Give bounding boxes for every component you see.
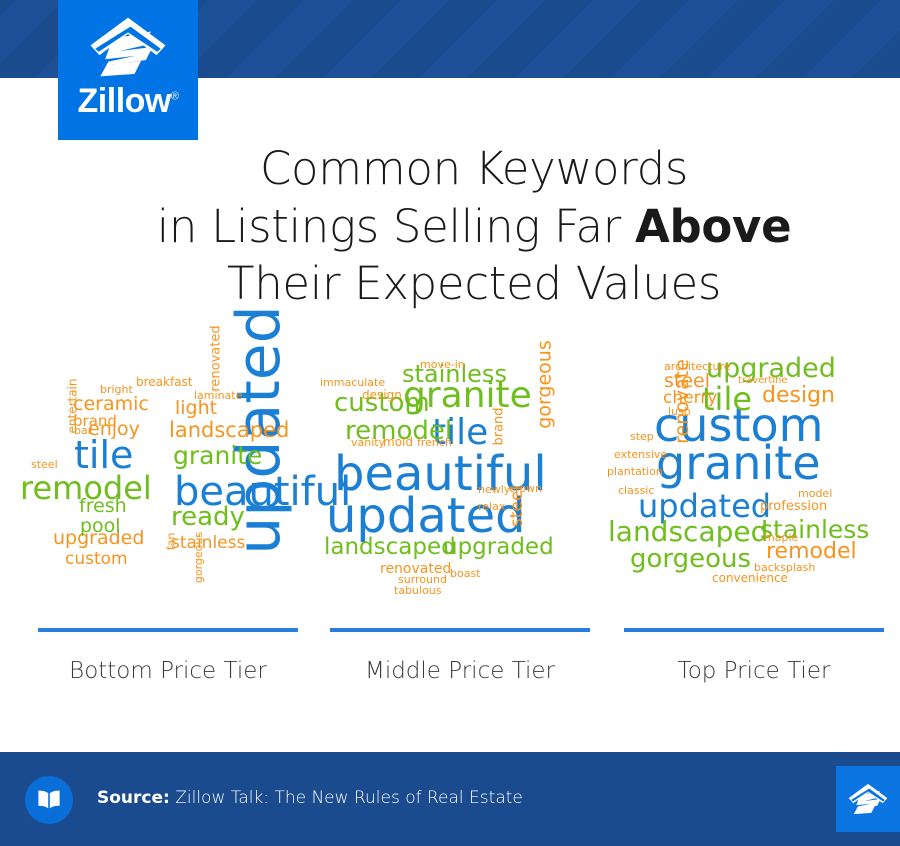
cloud-word: gorgeous — [533, 340, 556, 429]
cloud-word: stainless — [171, 533, 246, 553]
cloud-word: boast — [450, 567, 481, 580]
title-line-1: Common Keywords — [259, 142, 689, 195]
cloud-word: mold — [383, 435, 413, 449]
cloud-word: custom — [65, 549, 128, 569]
cloud-word: move-in — [420, 358, 465, 371]
cloud-word: breakfast — [136, 375, 193, 389]
cloud-word: extensive — [614, 448, 668, 461]
cloud-word: design — [362, 388, 402, 402]
zillow-logo-tile: Zillow® — [58, 0, 198, 140]
cloud-word: lush — [668, 405, 691, 418]
cloud-word: model — [798, 487, 833, 500]
title-line-2-emphasis: Above — [634, 199, 792, 253]
cloud-word: landscaped — [608, 515, 769, 548]
zillow-house-z-logo-icon — [87, 16, 169, 78]
tier-block-top: Top Price Tier — [624, 628, 884, 684]
cloud-word: granite — [173, 441, 263, 470]
word-cloud-middle-price-tier: beautiful updated granite tile stainless cust… — [310, 340, 610, 630]
cloud-word: crown — [509, 482, 543, 495]
cloud-word: plantation — [607, 465, 663, 478]
source-label: Source: — [97, 788, 170, 808]
cloud-word: landscaped — [324, 534, 456, 560]
tier-label-middle: Middle Price Tier — [364, 658, 556, 684]
cloud-word: laminate — [194, 389, 243, 402]
registered-mark: ® — [170, 90, 179, 103]
open-book-icon — [25, 776, 73, 824]
cloud-word: design — [762, 383, 835, 408]
cloud-word: gorgeous — [192, 531, 206, 584]
title-line-2-normal: in Listings Selling Far — [156, 199, 635, 253]
zillow-wordmark-text: Zillow — [77, 82, 172, 120]
cloud-word: tabulous — [394, 584, 442, 597]
tier-label-top: Top Price Tier — [677, 658, 831, 684]
cloud-word: step — [630, 430, 654, 443]
cloud-word: french — [417, 436, 452, 449]
cloud-word: architecture — [664, 360, 731, 373]
word-cloud-bottom-price-tier: updated beautiful remodel tile granite landsc… — [18, 305, 351, 630]
cloud-word: pool — [80, 515, 121, 537]
cloud-word: upgraded — [443, 534, 554, 560]
tier-rule — [38, 628, 298, 632]
page-title: Common Keywords in Listings Selling Far … — [0, 140, 900, 313]
cloud-word: landscaped — [169, 418, 290, 442]
title-line-2: in Listings Selling Far Above — [48, 198, 900, 256]
word-cloud-row: updated beautiful remodel tile granite landsc… — [0, 305, 900, 640]
cloud-word: convenience — [712, 571, 788, 585]
cloud-word: classic — [618, 484, 655, 497]
title-line-3: Their Expected Values — [227, 257, 721, 311]
tier-block-middle: Middle Price Tier — [330, 628, 590, 684]
tier-label-bottom: Bottom Price Tier — [69, 658, 267, 684]
cloud-word: renovated — [208, 325, 224, 392]
footer-zillow-logo — [836, 766, 900, 832]
cloud-word: remodel — [766, 539, 857, 564]
cloud-word: travertine — [738, 375, 788, 386]
source-credit: Source: Zillow Talk: The New Rules of Re… — [97, 788, 523, 808]
cloud-word: ready — [171, 502, 245, 532]
tier-rule — [624, 628, 884, 632]
cloud-word: relax — [478, 500, 506, 513]
cloud-word: steel — [31, 458, 58, 471]
cloud-word: gorgeous — [630, 544, 752, 574]
cloud-word: fresh — [79, 495, 127, 517]
cloud-word: granite — [656, 436, 821, 490]
cloud-word: bright — [100, 383, 133, 396]
cloud-word: vanity — [351, 436, 386, 449]
footer-bar: Source: Zillow Talk: The New Rules of Re… — [0, 752, 900, 846]
source-value: Zillow Talk: The New Rules of Real Estat… — [169, 788, 523, 808]
cloud-word: profession — [760, 499, 828, 514]
cloud-word: brand — [491, 407, 507, 446]
cloud-word: fan — [164, 532, 178, 551]
cloud-word: tile — [74, 433, 134, 477]
cloud-word: bar — [74, 424, 93, 437]
tier-rule — [330, 628, 590, 632]
cloud-word: newly — [478, 483, 511, 496]
tier-block-bottom: Bottom Price Tier — [38, 628, 298, 684]
cloud-word: immaculate — [320, 376, 386, 389]
zillow-wordmark: Zillow® — [78, 84, 179, 118]
word-cloud-top-price-tier: custom granite updated landscaped gorgeous up… — [602, 340, 900, 630]
cloud-word: maple — [764, 531, 799, 544]
